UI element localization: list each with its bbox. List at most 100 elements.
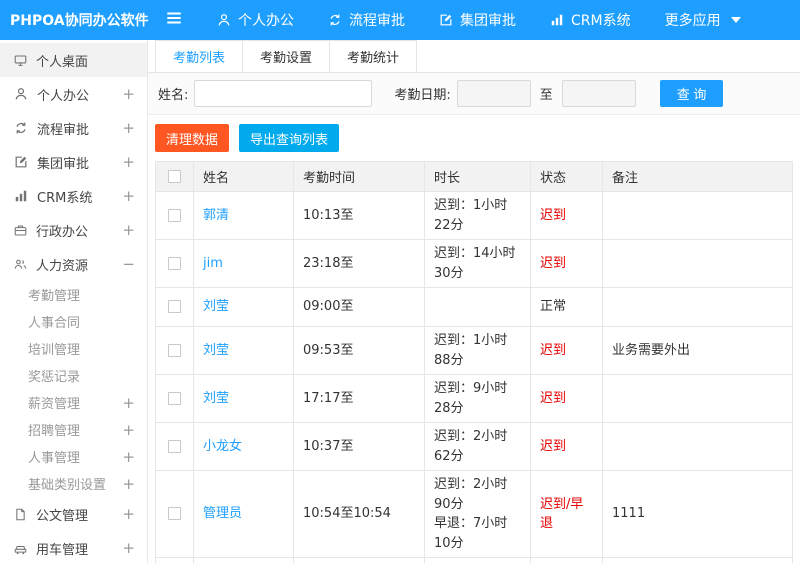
column-header: 状态 [530, 161, 603, 192]
expand-toggle-icon[interactable]: − [122, 255, 135, 273]
clean-data-button[interactable]: 清理数据 [155, 124, 230, 152]
edit-icon [439, 13, 453, 27]
row-checkbox[interactable] [168, 507, 181, 521]
sidebar-item[interactable]: CRM系统 + [0, 179, 147, 213]
menu-toggle-button[interactable] [148, 0, 200, 40]
expand-toggle-icon[interactable]: + [122, 221, 135, 239]
employee-name-link[interactable]: 管理员 [203, 506, 242, 521]
duration-text [424, 287, 531, 327]
sidebar-item[interactable]: 个人桌面 [0, 43, 147, 77]
duration-text: 迟到：14小时30分 [424, 239, 531, 288]
action-toolbar: 清理数据 导出查询列表 [148, 115, 800, 161]
topnav-item[interactable]: 更多应用 [648, 0, 758, 40]
employee-name-link[interactable]: 刘莹 [203, 299, 229, 314]
expand-toggle-icon[interactable]: + [122, 119, 135, 137]
sidebar-item[interactable]: 基础类别设置 + [0, 470, 147, 497]
tab-label: 考勤设置 [260, 51, 313, 66]
expand-toggle-icon[interactable]: + [122, 85, 135, 103]
search-button[interactable]: 查 询 [659, 80, 724, 107]
tab[interactable]: 考勤设置 [242, 40, 331, 72]
sidebar-item-label: 个人办公 [37, 88, 90, 104]
column-header: 时长 [424, 161, 531, 192]
row-checkbox[interactable] [168, 391, 181, 405]
flow-icon [14, 121, 28, 135]
topnav-item[interactable]: 集团审批 [422, 0, 533, 40]
note-text [602, 422, 793, 471]
expand-toggle-icon[interactable]: + [122, 505, 135, 523]
topnav-label: 更多应用 [664, 13, 721, 29]
sidebar-item[interactable]: 公文管理 + [0, 497, 147, 531]
sidebar-item[interactable]: 个人办公 + [0, 77, 147, 111]
column-header: 备注 [602, 161, 793, 192]
sidebar-item[interactable]: 考勤管理 [0, 281, 147, 308]
attendance-table: 姓名 考勤时间 时长 状态 备注 郭清 10:13至 迟到：1小时22分 迟到 … [155, 161, 793, 563]
topnav-label: 集团审批 [460, 13, 516, 29]
status-text: 迟到 [530, 422, 603, 471]
export-list-button[interactable]: 导出查询列表 [239, 124, 340, 152]
desktop-icon [14, 54, 27, 67]
sidebar-item-label: 奖惩记录 [28, 370, 81, 385]
employee-name-link[interactable]: 郭清 [203, 208, 229, 223]
row-checkbox[interactable] [168, 300, 181, 314]
row-checkbox[interactable] [168, 208, 181, 222]
employee-name-link[interactable]: 刘莹 [203, 391, 229, 406]
date-to-input[interactable] [561, 80, 636, 107]
sidebar-item[interactable]: 行政办公 + [0, 213, 147, 247]
employee-name-link[interactable]: 小龙女 [203, 439, 242, 454]
expand-toggle-icon[interactable]: + [122, 153, 135, 171]
sidebar-item[interactable]: 集团审批 + [0, 145, 147, 179]
row-checkbox[interactable] [168, 439, 181, 453]
sidebar-item[interactable]: 流程审批 + [0, 111, 147, 145]
sidebar-item[interactable]: 人事管理 + [0, 443, 147, 470]
note-text: 业务需要外出 [602, 326, 793, 375]
sidebar-item[interactable]: 培训管理 [0, 335, 147, 362]
doc-icon [14, 508, 27, 521]
note-text [602, 557, 793, 563]
note-text [602, 191, 793, 240]
sidebar-item[interactable]: 人力资源 − [0, 247, 147, 281]
table-header-row: 姓名 考勤时间 时长 状态 备注 [155, 161, 793, 192]
tab[interactable]: 考勤列表 [155, 40, 244, 72]
expand-toggle-icon[interactable]: + [122, 394, 135, 412]
main-layout: 个人桌面 个人办公 + 流程审批 + 集团审批 + CRM系统 + 行政办公 +… [0, 40, 800, 563]
row-checkbox[interactable] [168, 256, 181, 270]
status-text: 正常 [530, 287, 603, 327]
attendance-time: 09:53至 [293, 326, 425, 375]
employee-name-link[interactable]: jim [203, 256, 223, 271]
caret-down-icon [730, 17, 741, 23]
flow-icon [328, 13, 342, 27]
expand-toggle-icon[interactable]: + [122, 539, 135, 557]
topnav-item[interactable]: 流程审批 [311, 0, 422, 40]
employee-name-link[interactable]: 刘莹 [203, 343, 229, 358]
tab-label: 考勤列表 [173, 51, 226, 66]
sidebar-item[interactable]: 用车管理 + [0, 531, 147, 563]
expand-toggle-icon[interactable]: + [122, 187, 135, 205]
expand-toggle-icon[interactable]: + [122, 421, 135, 439]
sidebar-item[interactable]: 招聘管理 + [0, 416, 147, 443]
attendance-time: 08:56至 [293, 557, 425, 563]
row-checkbox[interactable] [168, 343, 181, 357]
attendance-time: 23:18至 [293, 239, 425, 288]
sidebar-item-label: 行政办公 [36, 224, 89, 240]
sidebar-item[interactable]: 薪资管理 + [0, 389, 147, 416]
sidebar-item-label: 招聘管理 [28, 424, 81, 439]
table-row: jim 23:18至 迟到：14小时30分 迟到 [155, 239, 793, 288]
sidebar-item-label: 用车管理 [36, 542, 89, 558]
topnav-item[interactable]: 个人办公 [200, 0, 311, 40]
expand-toggle-icon[interactable]: + [122, 475, 135, 493]
table-row: 刘莹 09:00至 正常 [155, 287, 793, 327]
sidebar-item[interactable]: 奖惩记录 [0, 362, 147, 389]
table-row: 刘莹 09:53至 迟到：1小时88分 迟到 业务需要外出 [155, 326, 793, 375]
topnav-item[interactable]: CRM系统 [533, 0, 648, 40]
expand-toggle-icon[interactable]: + [122, 448, 135, 466]
select-all-checkbox[interactable] [168, 170, 181, 183]
sidebar-item-label: 公文管理 [36, 508, 89, 524]
tab-label: 考勤统计 [347, 51, 400, 66]
table-row: 郭清 10:13至 迟到：1小时22分 迟到 [155, 191, 793, 240]
tab[interactable]: 考勤统计 [329, 40, 418, 72]
name-filter-input[interactable] [194, 80, 373, 107]
note-text [602, 239, 793, 288]
date-from-input[interactable] [456, 80, 531, 107]
duration-text: 迟到：9小时28分 [424, 374, 531, 423]
sidebar-item[interactable]: 人事合同 [0, 308, 147, 335]
